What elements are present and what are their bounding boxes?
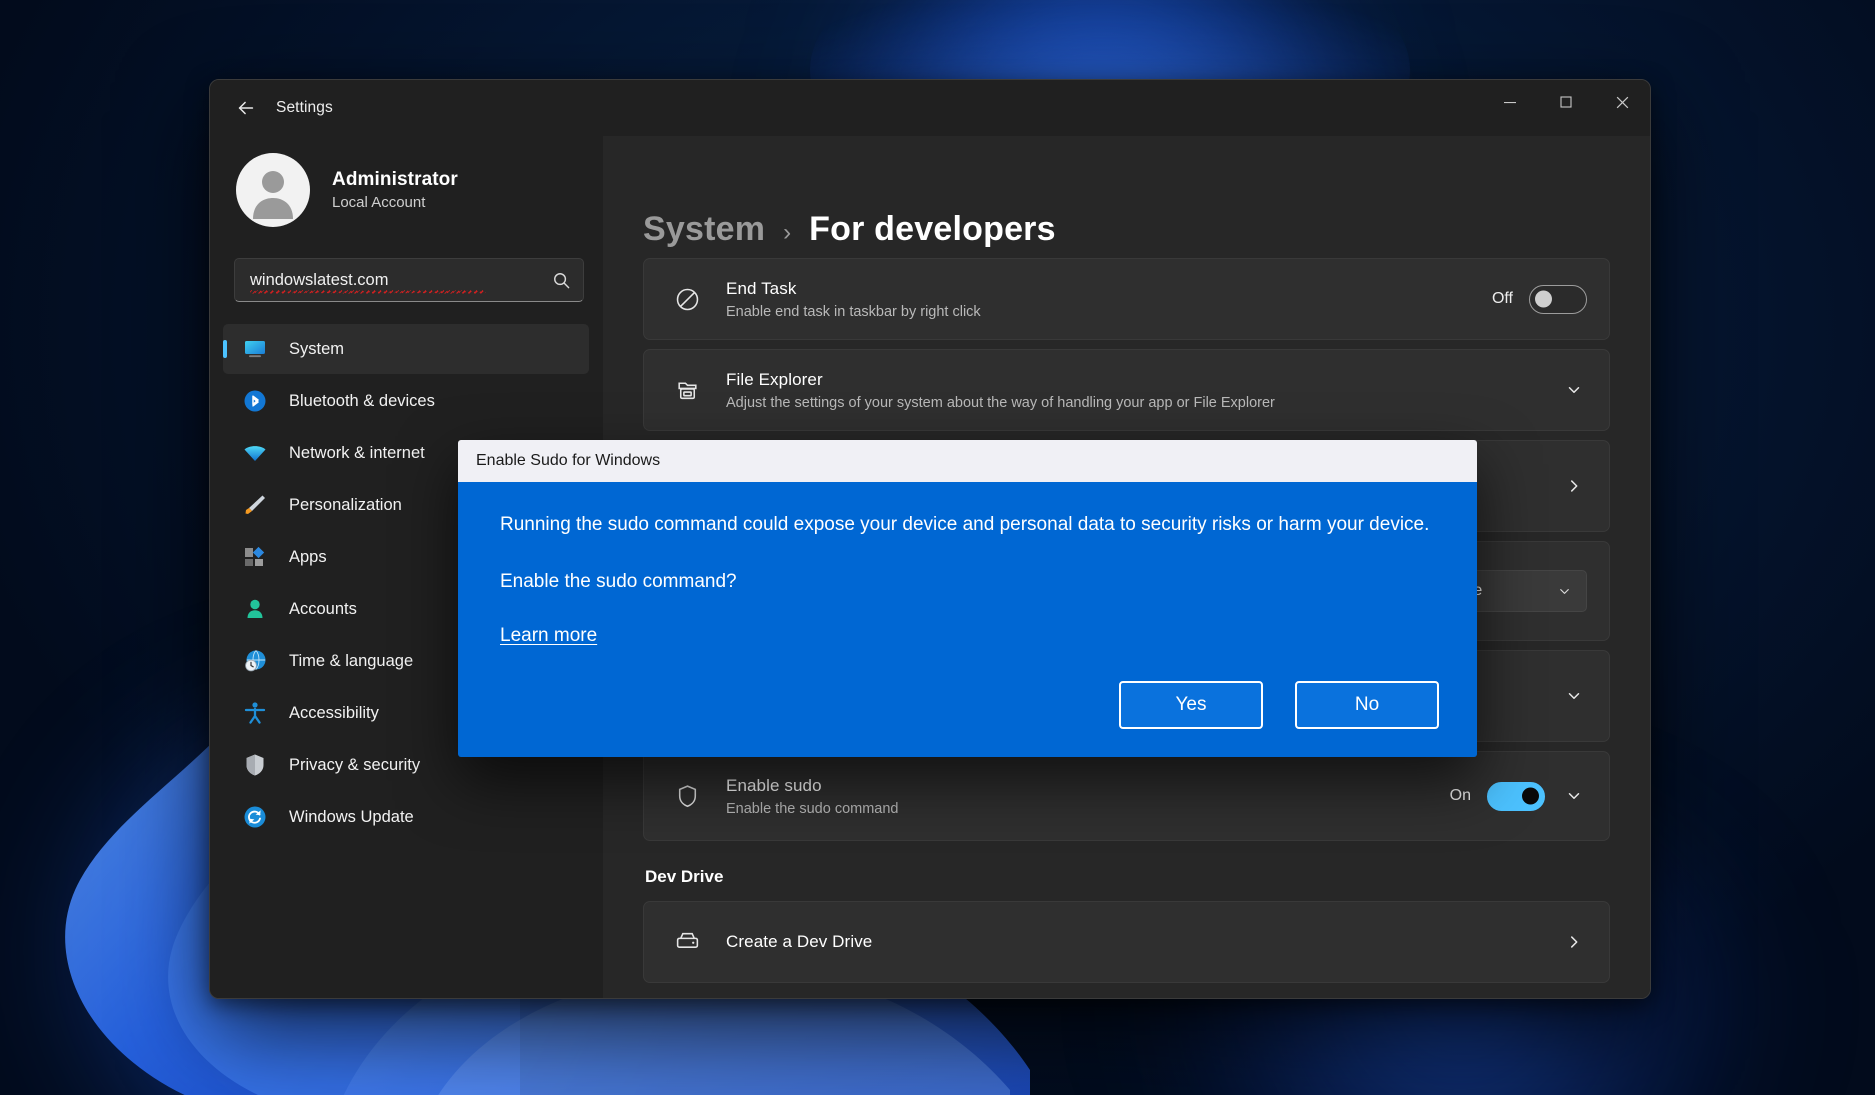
- update-refresh-icon: [241, 803, 269, 831]
- setting-subtitle: Adjust the settings of your system about…: [726, 395, 1545, 411]
- breadcrumb-separator-icon: ›: [783, 219, 791, 247]
- setting-control: Off: [1492, 285, 1587, 314]
- sudo-dialog: Enable Sudo for Windows Running the sudo…: [458, 440, 1477, 757]
- prohibited-circle-icon: [670, 286, 704, 313]
- sidebar-item-bluetooth-devices[interactable]: Bluetooth & devices: [223, 376, 589, 426]
- avatar: [236, 153, 310, 227]
- sidebar-item-label: Accounts: [289, 600, 357, 619]
- setting-row-create-dev-drive[interactable]: Create a Dev Drive: [643, 901, 1610, 983]
- desktop-wallpaper: Settings: [0, 0, 1875, 1095]
- setting-control: [1561, 933, 1587, 951]
- breadcrumb: System › For developers: [603, 136, 1650, 240]
- chevron-down-icon[interactable]: [1561, 687, 1587, 705]
- toggle-state-label: Off: [1492, 290, 1513, 308]
- setting-row-enable-sudo[interactable]: Enable sudo Enable the sudo command On: [643, 751, 1610, 841]
- account-text: Administrator Local Account: [332, 169, 458, 211]
- dialog-title: Enable Sudo for Windows: [476, 452, 660, 470]
- shield-icon: [241, 751, 269, 779]
- bluetooth-icon: [241, 387, 269, 415]
- setting-subtitle: Enable end task in taskbar by right clic…: [726, 304, 1476, 320]
- sidebar-item-label: Personalization: [289, 496, 402, 515]
- sidebar-item-label: Time & language: [289, 652, 413, 671]
- setting-control: [1561, 687, 1587, 705]
- accessibility-icon: [241, 699, 269, 727]
- window-title: Settings: [276, 99, 333, 117]
- setting-text: Enable sudo Enable the sudo command: [726, 776, 1434, 817]
- chevron-down-icon: [1557, 584, 1572, 599]
- network-wifi-icon: [241, 439, 269, 467]
- yes-button[interactable]: Yes: [1119, 681, 1263, 729]
- maximize-icon: [1559, 95, 1573, 109]
- dialog-question: Enable the sudo command?: [500, 571, 1439, 593]
- drive-icon: [670, 929, 704, 956]
- window-body: Administrator Local Account windowslates…: [210, 136, 1650, 998]
- dialog-titlebar: Enable Sudo for Windows: [458, 440, 1477, 482]
- chevron-right-icon[interactable]: [1561, 933, 1587, 951]
- back-button[interactable]: [226, 90, 266, 126]
- setting-title: End Task: [726, 279, 1476, 299]
- search-box[interactable]: windowslatest.com: [234, 258, 584, 302]
- toggle-knob: [1535, 291, 1552, 308]
- sidebar-item-label: Apps: [289, 548, 327, 567]
- file-explorer-icon: [670, 377, 704, 404]
- toggle-knob: [1522, 788, 1539, 805]
- setting-row-end-task[interactable]: End Task Enable end task in taskbar by r…: [643, 258, 1610, 340]
- minimize-button[interactable]: [1482, 80, 1538, 124]
- section-heading-dev-drive: Dev Drive: [645, 867, 1610, 887]
- setting-text: File Explorer Adjust the settings of you…: [726, 370, 1545, 411]
- sidebar-item-label: Privacy & security: [289, 756, 420, 775]
- account-block[interactable]: Administrator Local Account: [236, 150, 603, 230]
- setting-title: Enable sudo: [726, 776, 1434, 796]
- close-icon: [1615, 95, 1630, 110]
- setting-title: Create a Dev Drive: [726, 932, 1545, 952]
- setting-row-file-explorer[interactable]: File Explorer Adjust the settings of you…: [643, 349, 1610, 431]
- setting-control: [1561, 477, 1587, 495]
- sidebar-item-label: System: [289, 340, 344, 359]
- toggle-state-label: On: [1450, 787, 1471, 805]
- clock-globe-icon: [241, 647, 269, 675]
- learn-more-link[interactable]: Learn more: [500, 625, 597, 647]
- setting-text: Create a Dev Drive: [726, 932, 1545, 952]
- chevron-down-icon[interactable]: [1561, 381, 1587, 399]
- settings-window: Settings: [209, 79, 1651, 999]
- maximize-button[interactable]: [1538, 80, 1594, 124]
- system-icon: [241, 335, 269, 363]
- setting-title: File Explorer: [726, 370, 1545, 390]
- account-name: Administrator: [332, 169, 458, 191]
- shield-outline-icon: [670, 783, 704, 810]
- page-title: For developers: [809, 210, 1056, 249]
- dialog-message: Running the sudo command could expose yo…: [500, 512, 1439, 539]
- no-button[interactable]: No: [1295, 681, 1439, 729]
- close-button[interactable]: [1594, 80, 1650, 124]
- sidebar-item-label: Bluetooth & devices: [289, 392, 435, 411]
- back-arrow-icon: [235, 97, 257, 119]
- sidebar-item-label: Windows Update: [289, 808, 414, 827]
- sidebar-item-label: Accessibility: [289, 704, 379, 723]
- chevron-right-icon[interactable]: [1561, 477, 1587, 495]
- paintbrush-icon: [241, 491, 269, 519]
- setting-control: [1561, 381, 1587, 399]
- sidebar-item-label: Network & internet: [289, 444, 425, 463]
- minimize-icon: [1503, 95, 1517, 109]
- enable-sudo-toggle[interactable]: [1487, 782, 1545, 811]
- user-avatar-icon: [236, 153, 310, 227]
- sidebar-item-system[interactable]: System: [223, 324, 589, 374]
- sidebar-item-windows-update[interactable]: Windows Update: [223, 792, 589, 842]
- accounts-icon: [241, 595, 269, 623]
- apps-icon: [241, 543, 269, 571]
- account-subtitle: Local Account: [332, 194, 458, 211]
- window-titlebar: Settings: [210, 80, 1650, 136]
- window-controls: [1482, 80, 1650, 136]
- setting-control: On: [1450, 782, 1587, 811]
- setting-text: End Task Enable end task in taskbar by r…: [726, 279, 1476, 320]
- end-task-toggle[interactable]: [1529, 285, 1587, 314]
- dialog-body: Running the sudo command could expose yo…: [458, 482, 1477, 757]
- setting-subtitle: Enable the sudo command: [726, 801, 1434, 817]
- chevron-down-icon[interactable]: [1561, 787, 1587, 805]
- dialog-buttons: Yes No: [500, 681, 1439, 729]
- search-input[interactable]: windowslatest.com: [250, 271, 552, 290]
- search-icon[interactable]: [552, 271, 571, 290]
- breadcrumb-parent[interactable]: System: [643, 210, 765, 249]
